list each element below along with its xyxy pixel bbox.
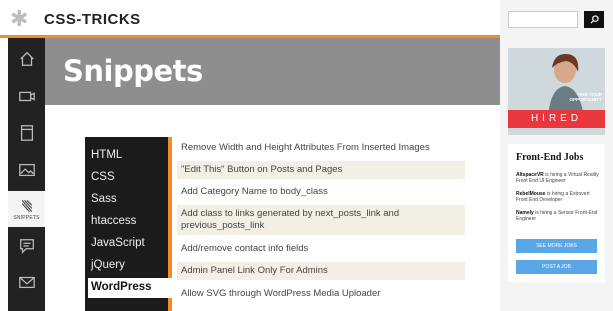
snippet-link[interactable]: Add class to links generated by next_pos…	[177, 205, 465, 235]
right-sidebar: FIND YOUR OPPORTUNITY HIRED Front-End Jo…	[500, 38, 613, 311]
category-sass[interactable]: Sass	[91, 193, 117, 205]
sidebar-item-home[interactable]	[8, 43, 45, 75]
sidebar-item-gallery[interactable]	[8, 154, 45, 186]
main-content: Snippets HTML CSS Sass htaccess JavaScri…	[45, 38, 500, 311]
sidebar-item-contact[interactable]	[8, 266, 45, 298]
category-jquery[interactable]: jQuery	[91, 259, 125, 271]
video-icon	[18, 91, 35, 102]
category-htaccess[interactable]: htaccess	[91, 215, 136, 227]
job-listing[interactable]: AltspaceVR is hiring a Virtual Reality F…	[516, 172, 600, 184]
ad-tagline: FIND YOUR OPPORTUNITY	[569, 92, 602, 102]
mail-icon	[18, 276, 35, 289]
category-html[interactable]: HTML	[91, 149, 122, 161]
post-a-job-button[interactable]: POST A JOB	[516, 260, 597, 274]
search-area	[500, 0, 613, 38]
sidebar-item-videos[interactable]	[8, 80, 45, 112]
category-menu: HTML CSS Sass htaccess JavaScript jQuery…	[85, 137, 172, 311]
icon-sidebar: SNIPPETS	[8, 38, 45, 311]
page-hero: Snippets	[45, 38, 500, 105]
sidebar-item-almanac[interactable]	[8, 117, 45, 149]
snippet-link[interactable]: Add Category Name to body_class	[177, 183, 465, 201]
logo-star-icon[interactable]: ✱	[10, 8, 28, 30]
page: ✱ CSS-TRICKS SNIPPETS Snippets HTML CSS …	[0, 0, 613, 311]
snippet-link[interactable]: Add/remove contact info fields	[177, 240, 465, 258]
snippet-link[interactable]: Allow SVG through WordPress Media Upload…	[177, 285, 465, 303]
hired-ad[interactable]: FIND YOUR OPPORTUNITY HIRED	[508, 48, 605, 135]
job-listing[interactable]: Namely is hiring a Sensor Front-End Engi…	[516, 210, 600, 222]
snippet-link[interactable]: "Edit This" Button on Posts and Pages	[177, 161, 465, 179]
search-input[interactable]	[508, 11, 578, 28]
image-icon	[18, 163, 35, 177]
see-more-jobs-button[interactable]: SEE MORE JOBS	[516, 239, 597, 253]
category-javascript[interactable]: JavaScript	[91, 237, 145, 249]
top-bar: ✱ CSS-TRICKS	[0, 0, 500, 38]
chat-icon	[19, 239, 34, 254]
page-title: Snippets	[63, 54, 203, 88]
ad-brand: HIRED	[508, 110, 605, 128]
site-logo[interactable]: CSS-TRICKS	[44, 11, 141, 28]
sidebar-item-label: SNIPPETS	[13, 214, 40, 221]
sidebar-item-snippets[interactable]: SNIPPETS	[8, 191, 45, 227]
search-button[interactable]	[584, 11, 604, 28]
jobs-widget: Front-End Jobs AltspaceVR is hiring a Vi…	[508, 144, 605, 282]
book-icon	[20, 125, 33, 141]
snippet-link[interactable]: Admin Panel Link Only For Admins	[177, 262, 465, 280]
job-listing[interactable]: RebelMouse is hiring a Extrovert Front E…	[516, 191, 600, 203]
category-wordpress[interactable]: WordPress	[88, 278, 172, 298]
jobs-title: Front-End Jobs	[516, 152, 584, 163]
snippets-icon	[21, 199, 32, 212]
ad-person-photo	[548, 53, 584, 118]
snippet-link[interactable]: Remove Width and Height Attributes From …	[177, 139, 465, 157]
home-icon	[19, 51, 34, 66]
search-icon	[589, 15, 599, 24]
sidebar-item-forums[interactable]	[8, 230, 45, 262]
category-css[interactable]: CSS	[91, 171, 115, 183]
